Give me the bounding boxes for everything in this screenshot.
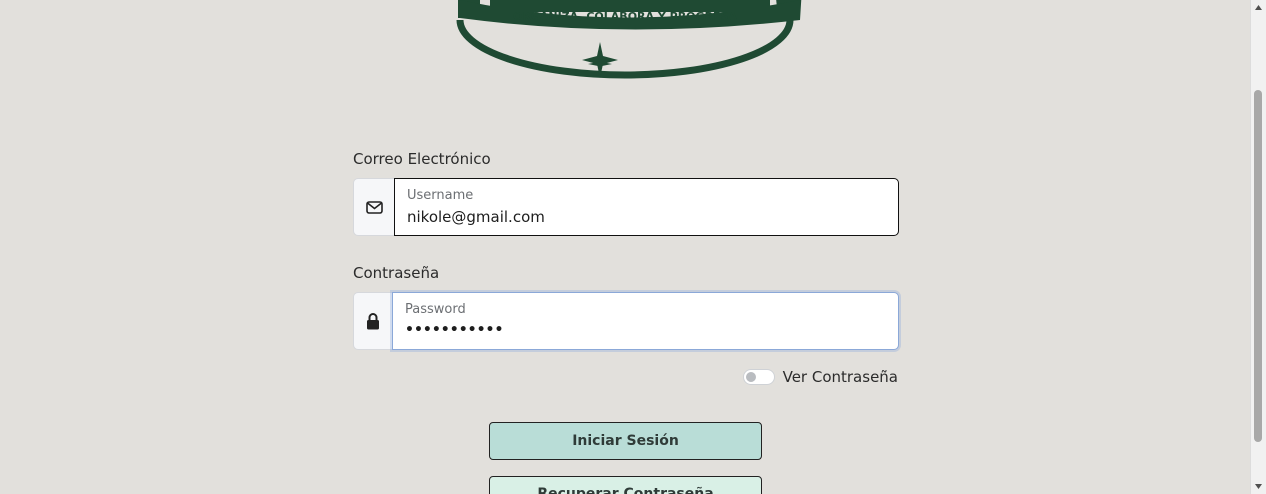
envelope-icon	[365, 200, 383, 214]
app-logo: ORGANIZA, COLABORA Y PROGRESA	[440, 0, 810, 85]
scroll-up-arrow-icon[interactable]	[1251, 0, 1266, 15]
email-addon	[353, 178, 394, 236]
password-field[interactable]: Password •••••••••••	[392, 292, 899, 350]
login-button[interactable]: Iniciar Sesión	[489, 422, 762, 460]
password-placeholder: Password	[405, 302, 466, 317]
email-value: nikole@gmail.com	[407, 208, 545, 226]
show-password-row: Ver Contraseña	[742, 368, 898, 386]
scroll-down-arrow-icon[interactable]	[1251, 479, 1266, 494]
password-input-group: Password •••••••••••	[353, 292, 899, 350]
email-input-group: Username nikole@gmail.com	[353, 178, 899, 236]
email-field[interactable]: Username nikole@gmail.com	[394, 178, 899, 236]
logo-tagline: ORGANIZA, COLABORA Y PROGRESA	[513, 10, 737, 23]
password-label: Contraseña	[353, 264, 440, 282]
email-label: Correo Electrónico	[353, 150, 491, 168]
lock-icon	[367, 312, 379, 329]
email-placeholder: Username	[407, 188, 474, 203]
password-value: •••••••••••	[405, 322, 504, 338]
show-password-toggle[interactable]	[742, 369, 775, 385]
password-addon	[353, 292, 392, 350]
recover-password-button[interactable]: Recuperar Contraseña	[489, 476, 762, 494]
login-page: ORGANIZA, COLABORA Y PROGRESA Correo Ele…	[0, 0, 1266, 494]
toggle-knob	[745, 372, 756, 382]
scrollbar-thumb[interactable]	[1254, 90, 1262, 442]
vertical-scrollbar[interactable]	[1250, 0, 1266, 494]
show-password-label[interactable]: Ver Contraseña	[783, 368, 898, 386]
